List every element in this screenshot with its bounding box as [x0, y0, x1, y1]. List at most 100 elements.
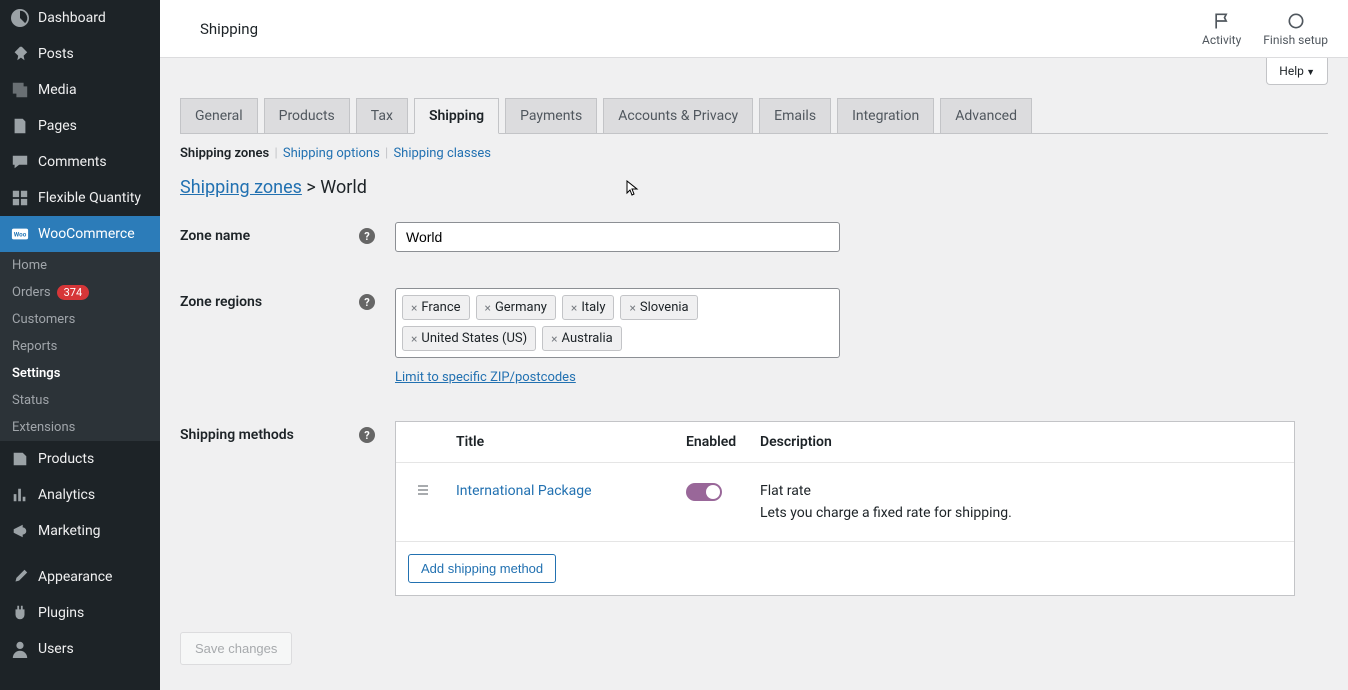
sidebar-item-users[interactable]: Users	[0, 631, 160, 667]
region-tag: ×Germany	[476, 295, 556, 320]
page-title: Shipping	[200, 20, 258, 38]
sidebar-sub-settings[interactable]: Settings	[0, 360, 160, 387]
megaphone-icon	[10, 521, 30, 541]
zone-name-input[interactable]	[395, 222, 840, 252]
shipping-methods-row: Shipping methods ? Title Enabled Descrip…	[180, 421, 1328, 596]
tab-tax[interactable]: Tax	[356, 98, 408, 133]
sidebar-item-label: Comments	[38, 154, 107, 170]
zone-name-label: Zone name ?	[180, 222, 395, 252]
sidebar-item-pages[interactable]: Pages	[0, 108, 160, 144]
pin-icon	[10, 44, 30, 64]
region-tag: ×Australia	[542, 326, 622, 351]
sidebar-sub-extensions[interactable]: Extensions	[0, 414, 160, 441]
header-enabled: Enabled	[686, 434, 760, 450]
breadcrumb: Shipping zones > World	[180, 177, 1328, 198]
tab-payments[interactable]: Payments	[505, 98, 597, 133]
sidebar-item-plugins[interactable]: Plugins	[0, 595, 160, 631]
table-row: International Package Flat rate Lets you…	[396, 462, 1294, 541]
tab-shipping[interactable]: Shipping	[414, 98, 499, 134]
remove-tag-icon[interactable]: ×	[629, 301, 635, 315]
tab-general[interactable]: General	[180, 98, 258, 133]
woocommerce-icon: Woo	[10, 224, 30, 244]
breadcrumb-root[interactable]: Shipping zones	[180, 177, 302, 198]
sidebar-item-products[interactable]: Products	[0, 441, 160, 477]
content-area: General Products Tax Shipping Payments A…	[160, 58, 1348, 685]
sidebar-item-posts[interactable]: Posts	[0, 36, 160, 72]
sidebar-item-label: Users	[38, 641, 74, 657]
sidebar-sub-reports[interactable]: Reports	[0, 333, 160, 360]
region-tag: ×Slovenia	[620, 295, 697, 320]
remove-tag-icon[interactable]: ×	[571, 301, 577, 315]
plug-icon	[10, 603, 30, 623]
main-content: Shipping Activity Finish setup Help Gene…	[160, 0, 1348, 690]
page-icon	[10, 116, 30, 136]
remove-tag-icon[interactable]: ×	[411, 301, 417, 315]
sidebar-item-flexible-quantity[interactable]: Flexible Quantity	[0, 180, 160, 216]
settings-tabs: General Products Tax Shipping Payments A…	[180, 98, 1328, 134]
add-shipping-method-button[interactable]: Add shipping method	[408, 554, 556, 583]
tab-emails[interactable]: Emails	[759, 98, 831, 133]
tab-products[interactable]: Products	[264, 98, 350, 133]
subtab-options[interactable]: Shipping options	[283, 146, 380, 161]
grid-icon	[10, 188, 30, 208]
sidebar-sub-status[interactable]: Status	[0, 387, 160, 414]
flag-icon	[1212, 11, 1232, 31]
admin-sidebar: Dashboard Posts Media Pages Comments Fle…	[0, 0, 160, 690]
drag-icon	[416, 483, 430, 497]
table-footer: Add shipping method	[396, 541, 1294, 595]
method-desc-title: Flat rate	[760, 483, 1274, 499]
sidebar-item-label: Flexible Quantity	[38, 190, 141, 206]
activity-button[interactable]: Activity	[1202, 11, 1241, 47]
sidebar-item-dashboard[interactable]: Dashboard	[0, 0, 160, 36]
help-icon[interactable]: ?	[359, 228, 375, 244]
save-changes-button[interactable]: Save changes	[180, 632, 292, 665]
media-icon	[10, 80, 30, 100]
sidebar-item-label: Marketing	[38, 523, 101, 539]
subtab-zones[interactable]: Shipping zones	[180, 146, 269, 161]
orders-badge: 374	[57, 285, 90, 300]
help-icon[interactable]: ?	[359, 294, 375, 310]
remove-tag-icon[interactable]: ×	[485, 301, 491, 315]
sidebar-item-label: Appearance	[38, 569, 112, 585]
sidebar-item-label: Dashboard	[38, 10, 106, 26]
sidebar-item-label: Analytics	[38, 487, 95, 503]
sidebar-item-marketing[interactable]: Marketing	[0, 513, 160, 549]
method-desc-text: Lets you charge a fixed rate for shippin…	[760, 505, 1274, 521]
limit-zip-link[interactable]: Limit to specific ZIP/postcodes	[395, 370, 576, 385]
sidebar-item-appearance[interactable]: Appearance	[0, 559, 160, 595]
region-tag: ×France	[402, 295, 470, 320]
header-description: Description	[760, 434, 1274, 450]
sidebar-sub-home[interactable]: Home	[0, 252, 160, 279]
finish-setup-button[interactable]: Finish setup	[1263, 11, 1328, 47]
sidebar-sub-orders[interactable]: Orders374	[0, 279, 160, 306]
tab-advanced[interactable]: Advanced	[940, 98, 1032, 133]
sidebar-item-label: Posts	[38, 46, 74, 62]
svg-text:Woo: Woo	[14, 231, 27, 239]
tab-accounts[interactable]: Accounts & Privacy	[603, 98, 753, 133]
zone-regions-label: Zone regions ?	[180, 288, 395, 385]
subtab-classes[interactable]: Shipping classes	[393, 146, 491, 161]
method-title-link[interactable]: International Package	[456, 483, 592, 499]
tab-integration[interactable]: Integration	[837, 98, 934, 133]
help-dropdown[interactable]: Help	[1266, 58, 1328, 85]
zone-regions-input[interactable]: ×France ×Germany ×Italy ×Slovenia ×Unite…	[395, 288, 840, 358]
table-header: Title Enabled Description	[396, 422, 1294, 462]
dashboard-icon	[10, 8, 30, 28]
sidebar-submenu: Home Orders374 Customers Reports Setting…	[0, 252, 160, 441]
remove-tag-icon[interactable]: ×	[411, 332, 417, 346]
drag-handle[interactable]	[416, 483, 456, 497]
comment-icon	[10, 152, 30, 172]
sidebar-item-woocommerce[interactable]: Woo WooCommerce	[0, 216, 160, 252]
sidebar-item-label: Media	[38, 82, 77, 98]
sidebar-item-media[interactable]: Media	[0, 72, 160, 108]
remove-tag-icon[interactable]: ×	[551, 332, 557, 346]
user-icon	[10, 639, 30, 659]
enabled-toggle[interactable]	[686, 483, 722, 501]
header-actions: Activity Finish setup	[1202, 11, 1328, 47]
sidebar-sub-customers[interactable]: Customers	[0, 306, 160, 333]
sidebar-item-analytics[interactable]: Analytics	[0, 477, 160, 513]
sidebar-item-comments[interactable]: Comments	[0, 144, 160, 180]
help-icon[interactable]: ?	[359, 427, 375, 443]
shipping-methods-table: Title Enabled Description International …	[395, 421, 1295, 596]
region-tag: ×United States (US)	[402, 326, 536, 351]
